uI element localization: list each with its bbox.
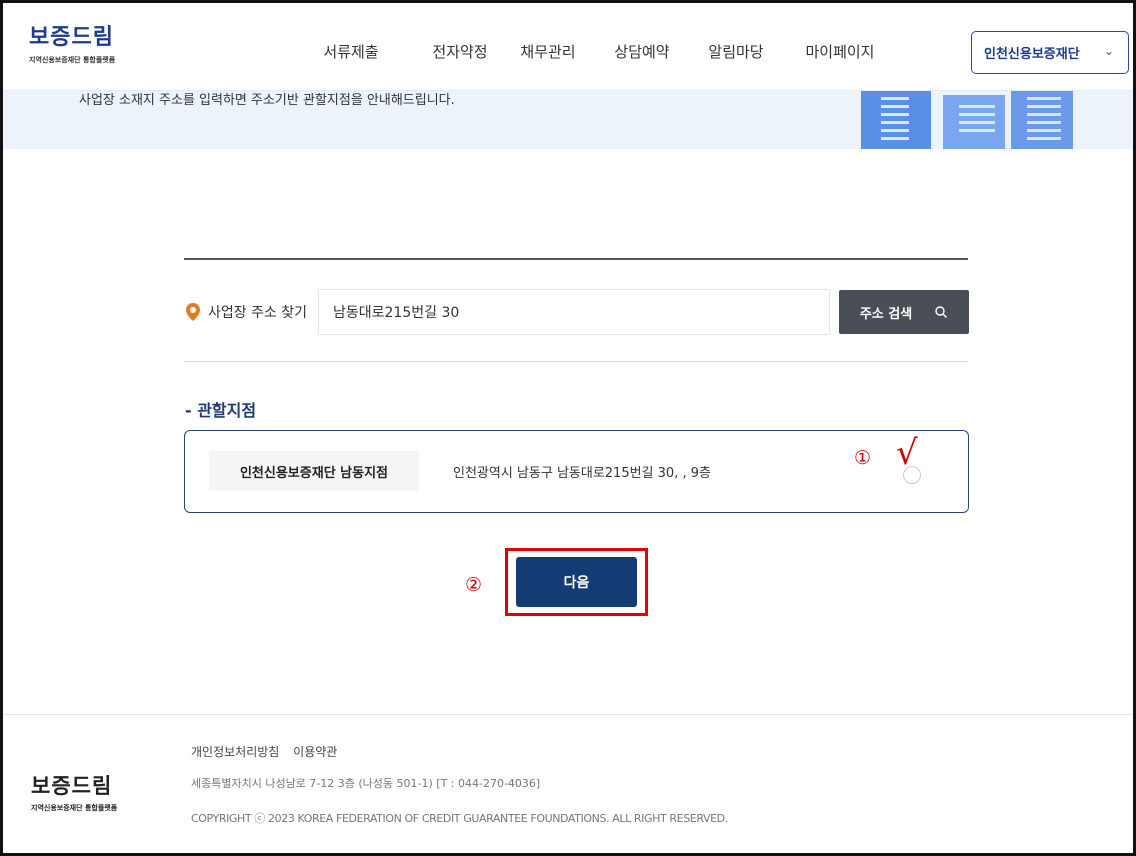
nav-item-debt-management[interactable]: 채무관리 xyxy=(508,41,588,62)
nav-item-documents[interactable]: 서류제출 xyxy=(316,41,386,62)
branch-name: 인천신용보증재단 남동지점 xyxy=(209,451,419,491)
nav-item-consultation[interactable]: 상담예약 xyxy=(602,41,682,62)
next-button[interactable]: 다음 xyxy=(516,557,637,607)
footer-link-terms[interactable]: 이용약관 xyxy=(293,745,337,759)
nav-item-mypage[interactable]: 마이페이지 xyxy=(790,41,890,62)
nav-item-e-contract[interactable]: 전자약정 xyxy=(420,41,500,62)
footer-links: 개인정보처리방침 이용약관 xyxy=(191,743,347,760)
address-search-button[interactable]: 주소 검색 xyxy=(839,290,969,334)
next-button-highlight: 다음 xyxy=(505,548,648,616)
branch-address: 인천광역시 남동구 남동대로215번길 30, , 9층 xyxy=(453,466,711,481)
footer-address: 세종특별자치시 나성남로 7-12 3층 (나성동 501-1) [T : 04… xyxy=(191,777,541,790)
jurisdiction-section-title: - 관할지점 xyxy=(185,401,257,420)
footer-link-privacy[interactable]: 개인정보처리방침 xyxy=(191,745,279,759)
banner-text: 사업장 소재지 주소를 입력하면 주소기반 관할지점을 안내해드립니다. xyxy=(79,93,455,108)
address-search-button-label: 주소 검색 xyxy=(859,306,913,322)
address-search-row: 사업장 주소 찾기 주소 검색 xyxy=(184,289,969,335)
footer-logo-wordmark: 보증드림 xyxy=(31,774,113,798)
page-frame: 사업장 소재지 주소를 입력하면 주소기반 관할지점을 안내해드립니다. 보증드… xyxy=(0,0,1136,856)
site-logo[interactable]: 보증드림 지역신용보증재단 통합플랫폼 xyxy=(29,25,115,65)
search-icon xyxy=(935,306,948,318)
address-search-label: 사업장 주소 찾기 xyxy=(208,305,308,321)
main-nav: 서류제출 전자약정 채무관리 상담예약 알림마당 마이페이지 xyxy=(308,41,890,62)
address-search-input[interactable] xyxy=(318,289,830,335)
page-banner: 사업장 소재지 주소를 입력하면 주소기반 관할지점을 안내해드립니다. xyxy=(3,85,1133,149)
site-header: 보증드림 지역신용보증재단 통합플랫폼 서류제출 전자약정 채무관리 상담예약 … xyxy=(3,3,1133,91)
annotation-step-2: ② xyxy=(465,574,483,596)
organization-select-value: 인천신용보증재단 xyxy=(984,47,1080,62)
chevron-down-icon: ⌄ xyxy=(1103,44,1114,58)
logo-wordmark: 보증드림 xyxy=(29,25,114,50)
location-pin-icon xyxy=(186,303,200,321)
annotation-step-1: ① xyxy=(854,447,872,469)
section-top-divider xyxy=(184,258,968,260)
nav-item-notices[interactable]: 알림마당 xyxy=(696,41,776,62)
building-illustration xyxy=(861,91,1073,149)
site-footer: 보증드림 지역신용보증재단 통합플랫폼 개인정보처리방침 이용약관 세종특별자치… xyxy=(3,714,1133,853)
logo-tagline: 지역신용보증재단 통합플랫폼 xyxy=(29,56,116,64)
footer-logo: 보증드림 지역신용보증재단 통합플랫폼 xyxy=(31,773,117,813)
footer-copyright: COPYRIGHT ⓒ 2023 KOREA FEDERATION OF CRE… xyxy=(191,812,728,825)
branch-option-card[interactable]: 인천신용보증재단 남동지점 인천광역시 남동구 남동대로215번길 30, , … xyxy=(184,430,969,513)
section-mid-divider xyxy=(184,361,968,362)
annotation-checkmark: √ xyxy=(896,433,918,473)
footer-logo-tagline: 지역신용보증재단 통합플랫폼 xyxy=(31,804,118,812)
organization-select[interactable]: 인천신용보증재단 ⌄ xyxy=(971,31,1129,74)
